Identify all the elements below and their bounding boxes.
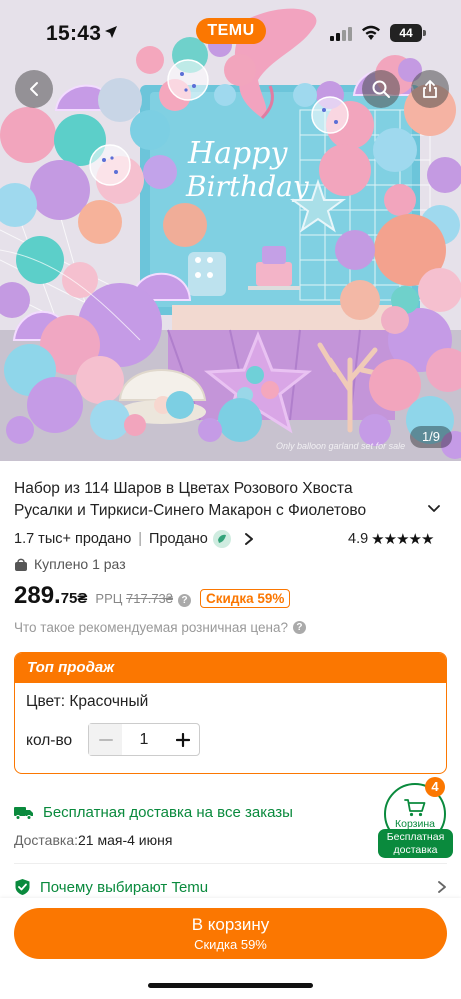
home-indicator xyxy=(148,983,313,988)
cart-free-shipping-tag: Бесплатная доставка xyxy=(378,829,453,858)
add-to-cart-button[interactable]: В корзину Скидка 59% xyxy=(14,908,447,959)
status-time: 15:43 xyxy=(46,22,102,45)
quantity-label: кол-во xyxy=(26,732,73,749)
star-icon: ★★★★★ xyxy=(371,531,434,548)
price-main: 289. xyxy=(14,582,61,609)
discount-badge: Скидка 59% xyxy=(200,589,291,608)
back-icon xyxy=(30,82,38,96)
status-bar: 15:43 TEMU 44 xyxy=(0,0,461,64)
chevron-right-icon[interactable] xyxy=(436,880,448,894)
banner-birthday: Birthday xyxy=(185,170,310,203)
sold-row[interactable]: 1.7 тыс+ продано | Продано xyxy=(14,529,255,549)
share-icon xyxy=(423,80,437,98)
cart-count-badge: 4 xyxy=(425,777,445,797)
top-sales-header: Топ продаж xyxy=(15,653,446,683)
signal-icon xyxy=(330,27,352,41)
cart-label: Корзина xyxy=(395,817,435,830)
price-row: 289. 75₴ РРЦ 717.73₴ ? Скидка 59% xyxy=(14,582,291,610)
chevron-down-icon[interactable] xyxy=(426,501,442,517)
rating-value: 4.9 xyxy=(348,531,369,547)
add-to-cart-label: В корзину xyxy=(191,915,270,934)
separator: | xyxy=(138,531,143,547)
image-caption: Only balloon garland set for sale xyxy=(276,441,406,451)
rrp: РРЦ 717.73₴ xyxy=(95,591,173,606)
rrp-question-text: Что такое рекомендуемая розничная цена? xyxy=(14,620,288,635)
bottom-bar: В корзину Скидка 59% xyxy=(0,898,461,999)
share-button[interactable] xyxy=(411,70,449,108)
quantity-stepper: 1 xyxy=(88,723,200,756)
seller-label: Продано xyxy=(149,531,208,547)
price-cents: 75₴ xyxy=(60,590,88,607)
quantity-value[interactable]: 1 xyxy=(122,731,166,749)
divider xyxy=(14,863,447,864)
product-title[interactable]: Набор из 114 Шаров в Цветах Розового Хво… xyxy=(14,478,414,522)
info-icon[interactable]: ? xyxy=(178,594,192,607)
search-icon xyxy=(372,80,390,98)
chevron-right-icon xyxy=(244,533,253,545)
bought-text: Куплено 1 раз xyxy=(34,556,126,572)
truck-icon xyxy=(14,806,33,820)
bought-row: Куплено 1 раз xyxy=(14,556,126,572)
rrp-question-link[interactable]: Что такое рекомендуемая розничная цена? … xyxy=(14,620,306,635)
banner-happy: Happy xyxy=(187,136,288,171)
product-photo: Happy Birthday xyxy=(0,0,461,461)
rating[interactable]: 4.9 ★★★★★ xyxy=(348,530,434,548)
free-shipping-text: Бесплатная доставка на все заказы xyxy=(43,804,293,821)
decrease-quantity-button[interactable] xyxy=(89,724,122,755)
top-sales-box: Топ продаж Цвет: Красочный кол-во 1 xyxy=(14,652,447,774)
image-counter: 1/9 xyxy=(410,426,452,448)
add-to-cart-discount: Скидка 59% xyxy=(194,937,267,952)
battery-icon: 44 xyxy=(390,24,426,42)
wifi-icon xyxy=(362,25,380,40)
location-arrow-icon xyxy=(105,26,117,38)
increase-quantity-button[interactable] xyxy=(166,724,199,755)
why-temu-row[interactable]: Почему выбирают Temu xyxy=(14,878,208,896)
product-image-gallery[interactable]: Happy Birthday 15:43 TEMU 44 Only balloo… xyxy=(0,0,461,461)
delivery-range: 21 мая-4 июня xyxy=(78,832,173,848)
search-button[interactable] xyxy=(362,70,400,108)
back-button[interactable] xyxy=(15,70,53,108)
shield-check-icon xyxy=(15,879,30,895)
cart-icon xyxy=(404,798,426,816)
plus-icon xyxy=(175,732,190,747)
cart-free-line2: доставка xyxy=(393,844,438,856)
rrp-value: 717.73₴ xyxy=(126,591,174,606)
rrp-label: РРЦ xyxy=(95,591,123,606)
bag-icon xyxy=(15,558,27,571)
delivery-dates: Доставка:21 мая-4 июня xyxy=(14,832,172,848)
temu-logo: TEMU xyxy=(196,18,266,44)
sold-count: 1.7 тыс+ продано xyxy=(14,531,132,547)
cart-free-line1: Бесплатная xyxy=(386,831,445,843)
free-shipping-row[interactable]: Бесплатная доставка на все заказы xyxy=(14,804,293,821)
seller-badge-icon xyxy=(212,530,231,548)
why-temu-text: Почему выбирают Temu xyxy=(40,878,209,896)
info-icon: ? xyxy=(292,621,306,634)
color-option[interactable]: Цвет: Красочный xyxy=(26,693,148,711)
delivery-label: Доставка: xyxy=(14,832,79,848)
minus-icon xyxy=(98,738,113,741)
